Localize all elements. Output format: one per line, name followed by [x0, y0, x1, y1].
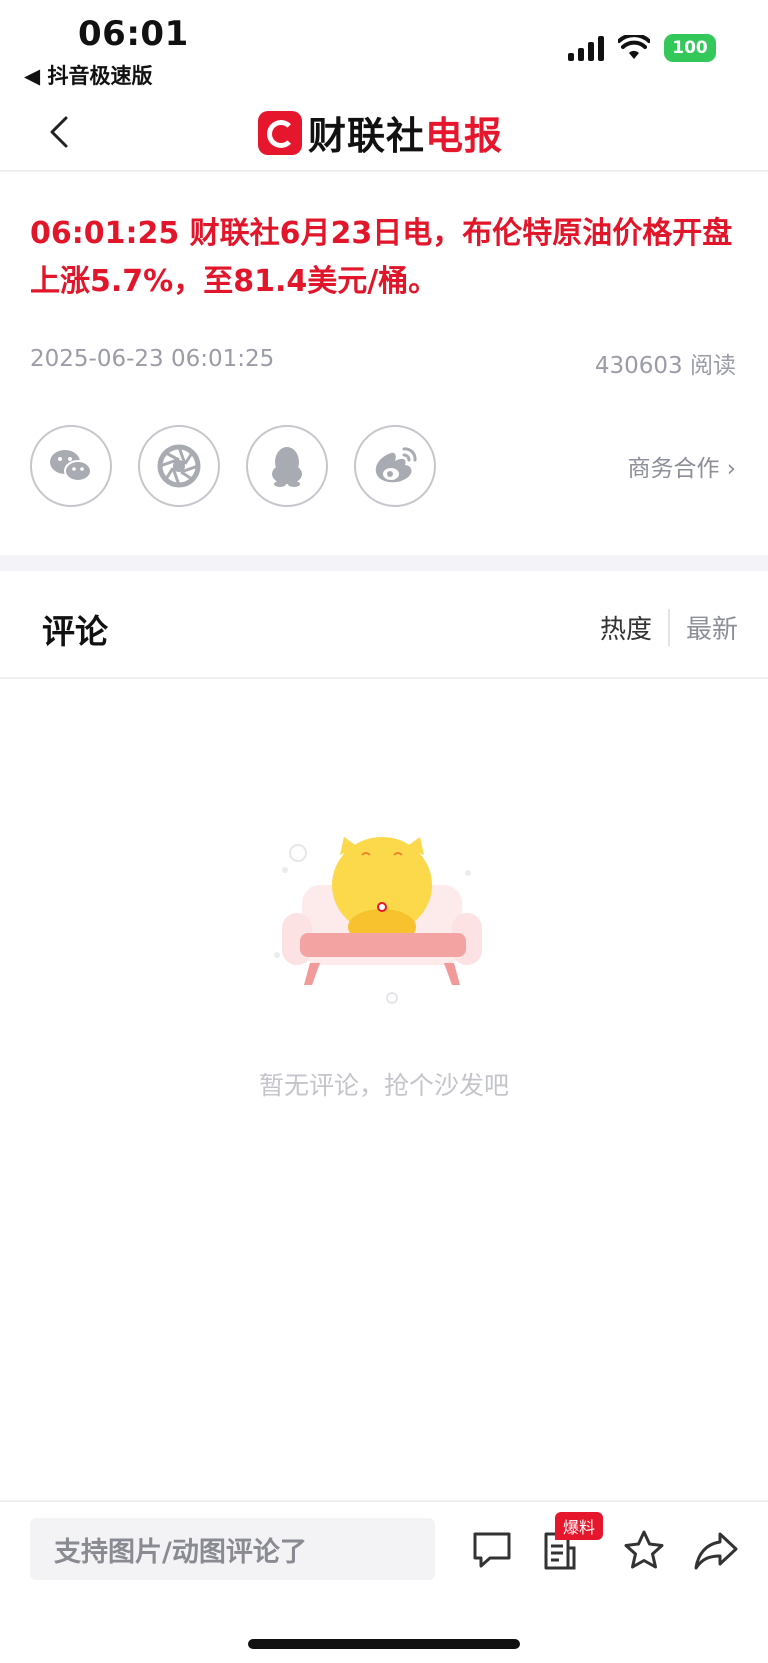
tip-badge[interactable]: 爆料: [555, 1512, 604, 1540]
publish-datetime: 2025-06-23 06:01:25: [30, 346, 275, 372]
news-headline: 06:01:25 财联社6月23日电，布伦特原油价格开盘上涨5.7%，至81.4…: [30, 216, 733, 299]
logo-text-red: 电报: [425, 114, 504, 158]
share-row: 商务合作 ›: [30, 425, 736, 507]
comment-icon[interactable]: [468, 1526, 516, 1574]
share-moments-button[interactable]: [138, 425, 220, 507]
comment-sort-tabs: 热度 最新: [600, 609, 738, 646]
tab-hot[interactable]: 热度: [600, 609, 670, 646]
comment-input[interactable]: 支持图片/动图评论了: [30, 1518, 435, 1580]
comments-header: 评论 热度 最新: [0, 571, 768, 679]
comments-title: 评论: [42, 612, 108, 651]
share-qq-button[interactable]: [246, 425, 328, 507]
moments-icon: [157, 444, 201, 488]
status-time: 06:01: [78, 14, 189, 54]
qq-icon: [272, 447, 302, 487]
share-wechat-button[interactable]: [30, 425, 112, 507]
logo-icon: [258, 110, 302, 155]
empty-comments-text: 暂无评论，抢个沙发吧: [258, 1071, 509, 1100]
share-weibo-button[interactable]: [354, 425, 436, 507]
tab-latest[interactable]: 最新: [670, 609, 738, 646]
bottom-action-bar: 支持图片/动图评论了 爆料: [0, 1500, 768, 1663]
read-count: 430603 阅读: [594, 353, 736, 379]
business-cooperation-link[interactable]: 商务合作 ›: [627, 449, 736, 483]
section-divider: [0, 555, 768, 571]
nav-bar: 财联社电报: [0, 92, 768, 172]
home-indicator: [248, 1639, 520, 1649]
empty-sofa-mascot-icon: [274, 837, 482, 1004]
status-indicators: 100: [568, 34, 716, 62]
favorite-star-icon[interactable]: [620, 1526, 668, 1574]
back-to-app-link[interactable]: ◀ 抖音极速版: [24, 60, 152, 90]
signal-icon: [568, 35, 604, 61]
logo-text-black: 财联社: [308, 114, 426, 158]
cls-telegraph-logo: 财联社电报: [258, 105, 503, 160]
share-arrow-icon[interactable]: [692, 1526, 740, 1574]
back-icon[interactable]: [32, 104, 88, 160]
wechat-icon: [50, 450, 92, 482]
status-bar: 06:01 ◀ 抖音极速版 100: [0, 0, 768, 92]
wifi-icon: [618, 35, 650, 59]
weibo-icon: [375, 447, 417, 483]
article-meta: 2025-06-23 06:01:25 430603 阅读: [30, 346, 736, 380]
battery-icon: 100: [664, 34, 716, 62]
